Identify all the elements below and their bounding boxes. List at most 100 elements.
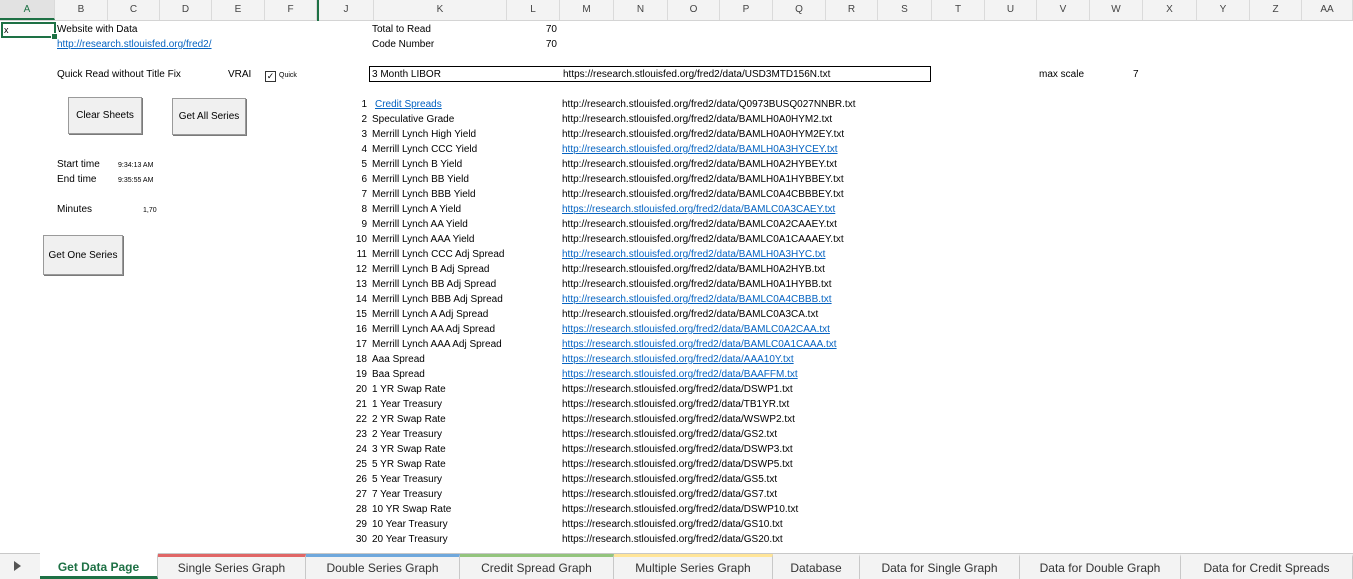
column-header-n[interactable]: N <box>614 0 668 20</box>
column-header-e[interactable]: E <box>212 0 265 20</box>
series-name: Merrill Lynch A Yield <box>372 204 462 215</box>
selected-series-name: 3 Month LIBOR <box>372 69 441 80</box>
series-name: Merrill Lynch AA Adj Spread <box>372 324 496 335</box>
selected-series-box[interactable]: 3 Month LIBOR https://research.stlouisfe… <box>369 66 931 82</box>
active-cell-a1[interactable]: x <box>1 22 58 40</box>
series-url: http://research.stlouisfed.org/fred2/dat… <box>562 114 833 125</box>
sheet-tab-data-for-single-graph[interactable]: Data for Single Graph <box>860 554 1020 579</box>
sheet-tab-single-series-graph[interactable]: Single Series Graph <box>158 554 306 579</box>
column-header-t[interactable]: T <box>932 0 985 20</box>
minutes-value: 1,70 <box>143 207 157 214</box>
series-url: https://research.stlouisfed.org/fred2/da… <box>562 504 799 515</box>
series-name: 2 YR Swap Rate <box>372 414 446 425</box>
selected-series-url: https://research.stlouisfed.org/fred2/da… <box>563 69 831 80</box>
column-header-s[interactable]: S <box>878 0 932 20</box>
series-url[interactable]: https://research.stlouisfed.org/fred2/da… <box>562 202 835 217</box>
scroll-tabs-right-icon[interactable] <box>14 561 21 571</box>
series-url[interactable]: https://research.stlouisfed.org/fred2/da… <box>562 367 798 382</box>
column-header-u[interactable]: U <box>985 0 1037 20</box>
worksheet-grid[interactable]: x Website with Data http://research.stlo… <box>0 21 1353 553</box>
series-name[interactable]: Credit Spreads <box>375 97 442 112</box>
column-header-v[interactable]: V <box>1037 0 1090 20</box>
column-header-d[interactable]: D <box>160 0 212 20</box>
series-number: 11 <box>356 249 367 260</box>
sheet-tab-database[interactable]: Database <box>773 554 860 579</box>
series-number: 30 <box>355 534 367 545</box>
quick-checkbox[interactable]: ✓ <box>265 71 276 82</box>
series-number: 17 <box>355 339 367 350</box>
series-number: 19 <box>355 369 367 380</box>
column-header-x[interactable]: X <box>1143 0 1197 20</box>
series-name: 5 YR Swap Rate <box>372 459 446 470</box>
series-name: Merrill Lynch BB Yield <box>372 174 469 185</box>
series-name: Merrill Lynch BB Adj Spread <box>372 279 497 290</box>
series-number: 4 <box>361 144 367 155</box>
website-label: Website with Data <box>57 24 138 35</box>
series-number: 26 <box>355 474 367 485</box>
website-link[interactable]: http://research.stlouisfed.org/fred2/ <box>57 37 212 52</box>
series-url: http://research.stlouisfed.org/fred2/dat… <box>562 159 837 170</box>
series-number: 6 <box>361 174 367 185</box>
get-all-series-button[interactable]: Get All Series <box>172 98 246 135</box>
series-url: http://research.stlouisfed.org/fred2/dat… <box>562 234 844 245</box>
series-number: 21 <box>355 399 367 410</box>
start-time-label: Start time <box>57 159 100 170</box>
column-header-a[interactable]: A <box>0 0 55 20</box>
series-name: Merrill Lynch CCC Yield <box>372 144 478 155</box>
total-to-read-value: 70 <box>545 24 557 35</box>
column-header-w[interactable]: W <box>1090 0 1143 20</box>
series-number: 3 <box>361 129 367 140</box>
sheet-tab-double-series-graph[interactable]: Double Series Graph <box>306 554 460 579</box>
column-header-q[interactable]: Q <box>773 0 826 20</box>
get-one-series-button[interactable]: Get One Series <box>43 235 123 275</box>
sheet-tab-get-data-page[interactable]: Get Data Page <box>40 553 158 579</box>
column-header-b[interactable]: B <box>55 0 108 20</box>
column-header-aa[interactable]: AA <box>1302 0 1353 20</box>
column-header-z[interactable]: Z <box>1250 0 1302 20</box>
code-number-value: 70 <box>545 39 557 50</box>
series-url[interactable]: https://research.stlouisfed.org/fred2/da… <box>562 337 837 352</box>
series-name: Merrill Lynch A Adj Spread <box>372 309 489 320</box>
column-header-f[interactable]: F <box>265 0 317 20</box>
series-url: http://research.stlouisfed.org/fred2/dat… <box>562 219 837 230</box>
start-time-value: 9:34:13 AM <box>118 162 154 169</box>
sheet-tab-credit-spread-graph[interactable]: Credit Spread Graph <box>460 554 614 579</box>
minutes-label: Minutes <box>57 204 93 215</box>
series-name: 5 Year Treasury <box>372 474 443 485</box>
series-name: 3 YR Swap Rate <box>372 444 446 455</box>
frozen-pane-divider <box>317 0 319 21</box>
column-header-j[interactable]: J <box>319 0 374 20</box>
sheet-tab-data-for-credit-spreads[interactable]: Data for Credit Spreads <box>1181 554 1353 579</box>
series-url: https://research.stlouisfed.org/fred2/da… <box>562 399 790 410</box>
column-header-m[interactable]: M <box>560 0 614 20</box>
series-url[interactable]: http://research.stlouisfed.org/fred2/dat… <box>562 292 832 307</box>
series-number: 25 <box>355 459 367 470</box>
series-url[interactable]: http://research.stlouisfed.org/fred2/dat… <box>562 142 838 157</box>
series-url[interactable]: http://research.stlouisfed.org/fred2/dat… <box>562 247 825 262</box>
sheet-tab-multiple-series-graph[interactable]: Multiple Series Graph <box>614 554 773 579</box>
series-number: 20 <box>355 384 367 395</box>
series-number: 10 <box>355 234 367 245</box>
series-url[interactable]: https://research.stlouisfed.org/fred2/da… <box>562 352 794 367</box>
series-name: Merrill Lynch BBB Adj Spread <box>372 294 503 305</box>
column-header-o[interactable]: O <box>668 0 720 20</box>
series-url: https://research.stlouisfed.org/fred2/da… <box>562 444 793 455</box>
series-name: Merrill Lynch BBB Yield <box>372 189 476 200</box>
column-header-r[interactable]: R <box>826 0 878 20</box>
end-time-label: End time <box>57 174 97 185</box>
column-header-p[interactable]: P <box>720 0 773 20</box>
column-header-k[interactable]: K <box>374 0 507 20</box>
series-number: 27 <box>355 489 367 500</box>
series-name: 10 Year Treasury <box>372 519 448 530</box>
clear-sheets-button[interactable]: Clear Sheets <box>68 97 142 134</box>
series-number: 22 <box>355 414 367 425</box>
series-url[interactable]: https://research.stlouisfed.org/fred2/da… <box>562 322 830 337</box>
quick-read-label: Quick Read without Title Fix <box>57 69 181 80</box>
column-header-l[interactable]: L <box>507 0 560 20</box>
column-header-y[interactable]: Y <box>1197 0 1250 20</box>
series-name: Speculative Grade <box>372 114 455 125</box>
sheet-tab-data-for-double-graph[interactable]: Data for Double Graph <box>1020 554 1181 579</box>
column-header-c[interactable]: C <box>108 0 160 20</box>
quick-checkbox-label: Quick <box>279 72 297 79</box>
series-number: 9 <box>361 219 367 230</box>
